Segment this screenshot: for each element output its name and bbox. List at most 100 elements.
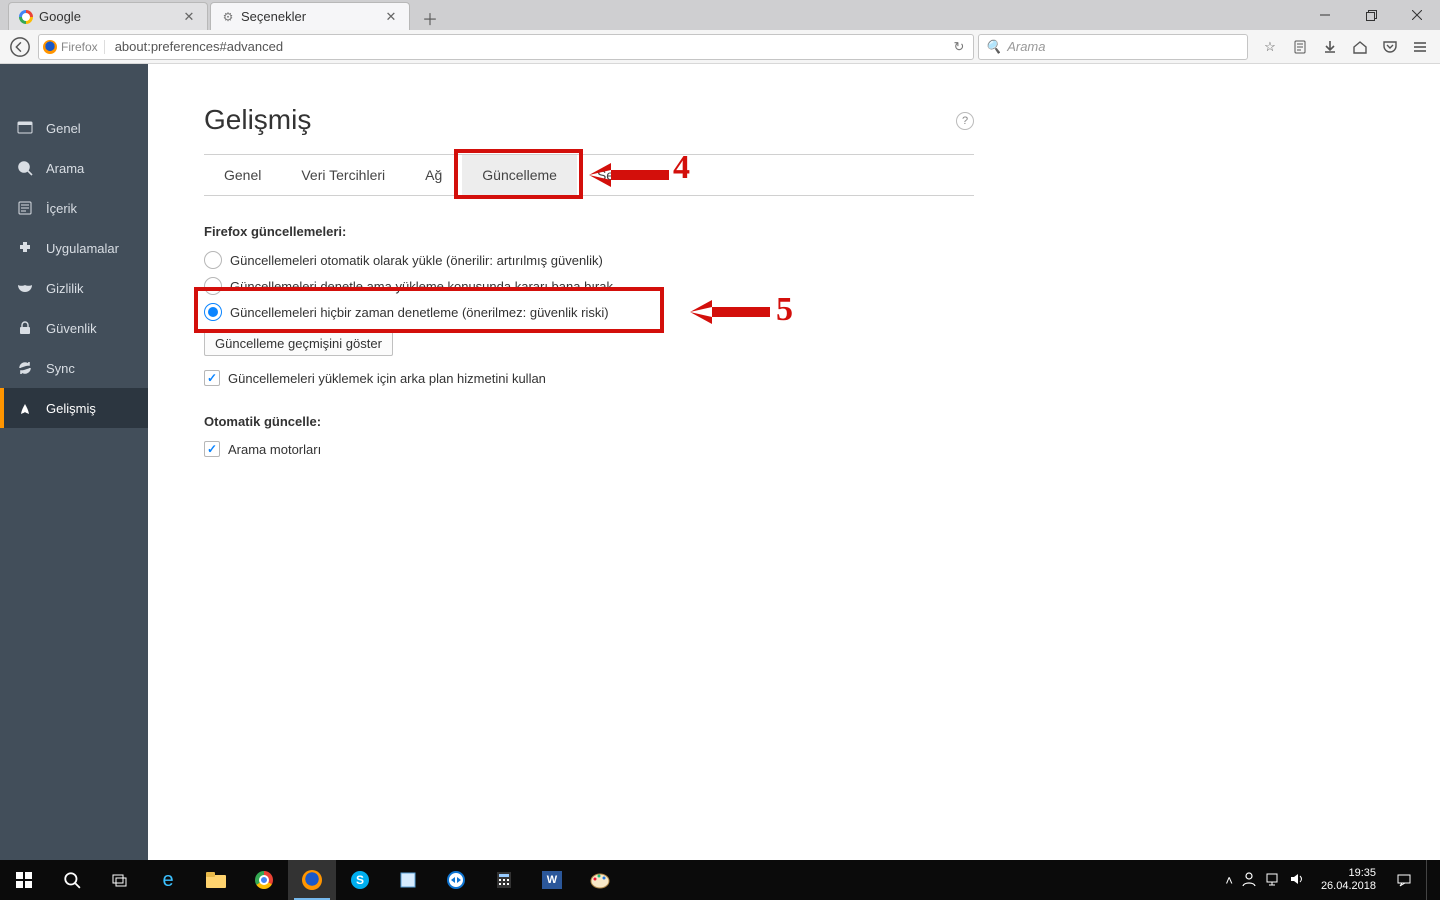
sidebar-item-label: Uygulamalar: [46, 241, 119, 256]
sidebar-item-search[interactable]: Arama: [0, 148, 148, 188]
search-bar[interactable]: 🔍 Arama: [978, 34, 1248, 60]
checkbox-label: Güncellemeleri yüklemek için arka plan h…: [228, 371, 546, 386]
tray-icons[interactable]: ˄: [1219, 871, 1311, 890]
checkbox-icon[interactable]: [204, 370, 220, 386]
explorer-taskbar-icon[interactable]: [192, 860, 240, 900]
window-restore-button[interactable]: [1348, 0, 1394, 30]
navigation-toolbar: Firefox about:preferences#advanced ↻ 🔍 A…: [0, 30, 1440, 64]
taskbar-left: e S W: [0, 860, 624, 900]
sidebar-item-applications[interactable]: Uygulamalar: [0, 228, 148, 268]
lock-icon: [16, 319, 34, 337]
update-option-never[interactable]: Güncellemeleri hiçbir zaman denetleme (ö…: [204, 299, 974, 325]
firefox-taskbar-icon[interactable]: [288, 860, 336, 900]
page-title: Gelişmiş: [204, 104, 974, 136]
teamviewer-taskbar-icon[interactable]: [432, 860, 480, 900]
google-favicon-icon: [19, 10, 33, 24]
radio-label: Güncellemeleri denetle ama yükleme konus…: [230, 279, 613, 294]
tab-title: Seçenekler: [241, 9, 377, 24]
sidebar-item-label: Arama: [46, 161, 84, 176]
home-icon[interactable]: [1346, 33, 1374, 61]
search-icon: 🔍: [985, 39, 1001, 55]
sidebar-item-sync[interactable]: Sync: [0, 348, 148, 388]
task-view-button[interactable]: [96, 860, 144, 900]
radio-icon[interactable]: [204, 251, 222, 269]
sidebar-item-privacy[interactable]: Gizlilik: [0, 268, 148, 308]
browser-tab-google[interactable]: Google ✕: [8, 2, 208, 30]
search-icon: [16, 159, 34, 177]
action-center-icon[interactable]: [1386, 860, 1422, 900]
tab-close-icon[interactable]: ✕: [383, 9, 399, 25]
paint-taskbar-icon[interactable]: [576, 860, 624, 900]
url-text[interactable]: about:preferences#advanced: [111, 39, 943, 54]
radio-label: Güncellemeleri hiçbir zaman denetleme (ö…: [230, 305, 609, 320]
show-desktop-button[interactable]: [1426, 860, 1434, 900]
radio-label: Güncellemeleri otomatik olarak yükle (ön…: [230, 253, 603, 268]
url-bar[interactable]: Firefox about:preferences#advanced ↻: [38, 34, 974, 60]
window-titlebar: Google ✕ ⚙ Seçenekler ✕ ＋: [0, 0, 1440, 30]
update-option-auto[interactable]: Güncellemeleri otomatik olarak yükle (ön…: [204, 247, 974, 273]
document-icon: [16, 199, 34, 217]
update-option-check[interactable]: Güncellemeleri denetle ama yükleme konus…: [204, 273, 974, 299]
bookmark-star-icon[interactable]: ☆: [1256, 33, 1284, 61]
back-button[interactable]: [6, 33, 34, 61]
sidebar-item-content[interactable]: İçerik: [0, 188, 148, 228]
advanced-icon: [16, 399, 34, 417]
pocket-icon[interactable]: [1376, 33, 1404, 61]
word-taskbar-icon[interactable]: W: [528, 860, 576, 900]
search-engines-checkbox[interactable]: Arama motorları: [204, 437, 974, 461]
identity-box[interactable]: Firefox: [43, 40, 105, 54]
window-close-button[interactable]: [1394, 0, 1440, 30]
subtab-certs[interactable]: Sertifikalar: [577, 155, 683, 195]
notepad-taskbar-icon[interactable]: [384, 860, 432, 900]
sidebar-item-label: Gelişmiş: [46, 401, 96, 416]
subtab-network[interactable]: Ağ: [405, 155, 462, 195]
sidebar-item-label: İçerik: [46, 201, 77, 216]
menu-icon[interactable]: [1406, 33, 1434, 61]
browser-tab-strip: Google ✕ ⚙ Seçenekler ✕ ＋: [8, 0, 444, 30]
windows-taskbar: e S W ˄: [0, 860, 1440, 900]
checkbox-label: Arama motorları: [228, 442, 321, 457]
chrome-taskbar-icon[interactable]: [240, 860, 288, 900]
subtab-general[interactable]: Genel: [204, 155, 281, 195]
radio-icon[interactable]: [204, 303, 222, 321]
start-button[interactable]: [0, 860, 48, 900]
firefox-icon: [43, 40, 57, 54]
reload-icon[interactable]: ↻: [949, 39, 969, 55]
search-button[interactable]: [48, 860, 96, 900]
bookmarks-menu-icon[interactable]: [1286, 33, 1314, 61]
downloads-icon[interactable]: [1316, 33, 1344, 61]
tray-network-icon[interactable]: [1265, 871, 1281, 890]
gear-favicon-icon: ⚙: [221, 10, 235, 24]
browser-tab-preferences[interactable]: ⚙ Seçenekler ✕: [210, 2, 410, 30]
taskbar-clock[interactable]: 19:35 26.04.2018: [1315, 867, 1382, 893]
tab-close-icon[interactable]: ✕: [181, 9, 197, 25]
background-service-checkbox[interactable]: Güncellemeleri yüklemek için arka plan h…: [204, 366, 974, 390]
taskbar-right: ˄ 19:35 26.04.2018: [1219, 860, 1440, 900]
subtab-data[interactable]: Veri Tercihleri: [281, 155, 405, 195]
help-icon[interactable]: ?: [956, 112, 974, 130]
radio-icon[interactable]: [204, 277, 222, 295]
sidebar-item-advanced[interactable]: Gelişmiş: [0, 388, 148, 428]
edge-taskbar-icon[interactable]: e: [144, 860, 192, 900]
new-tab-button[interactable]: ＋: [416, 6, 444, 30]
preferences-content: ? Gelişmiş Genel Veri Tercihleri Ağ Günc…: [148, 64, 1440, 860]
checkbox-icon[interactable]: [204, 441, 220, 457]
sidebar-item-general[interactable]: Genel: [0, 108, 148, 148]
sync-icon: [16, 359, 34, 377]
puzzle-icon: [16, 239, 34, 257]
tray-chevron-icon[interactable]: ˄: [1225, 873, 1233, 888]
window-minimize-button[interactable]: [1302, 0, 1348, 30]
tray-volume-icon[interactable]: [1289, 871, 1305, 890]
advanced-subtabs: Genel Veri Tercihleri Ağ Güncelleme Sert…: [204, 154, 974, 196]
subtab-update[interactable]: Güncelleme: [462, 155, 577, 195]
auto-update-label: Otomatik güncelle:: [204, 414, 974, 429]
sidebar-item-security[interactable]: Güvenlik: [0, 308, 148, 348]
taskbar-time: 19:35: [1321, 867, 1376, 880]
calculator-taskbar-icon[interactable]: [480, 860, 528, 900]
skype-taskbar-icon[interactable]: S: [336, 860, 384, 900]
general-icon: [16, 119, 34, 137]
tray-people-icon[interactable]: [1241, 871, 1257, 890]
update-history-button[interactable]: Güncelleme geçmişini göster: [204, 331, 393, 356]
window-controls: [1302, 0, 1440, 30]
firefox-updates-label: Firefox güncellemeleri:: [204, 224, 974, 239]
